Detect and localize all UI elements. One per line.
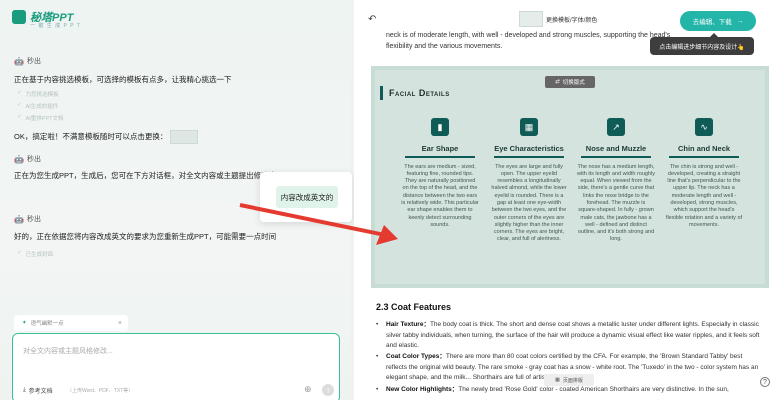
bot-name: 秒出 <box>26 216 41 223</box>
style-tag[interactable]: ✦ 语气幽默一点 × <box>14 315 128 331</box>
column-title: Chin and Neck <box>677 144 731 153</box>
slide-column: ▦ Eye Characteristics The eyes are large… <box>490 118 568 244</box>
column-body: The chin is strong and well - developed,… <box>665 163 743 228</box>
bot-header: 🤖 秒出 <box>14 56 41 66</box>
attach-hint: （上传Word、PDF、TXT等） <box>67 388 134 394</box>
progress-step: ✓ AI重排PPT文档 <box>17 114 64 122</box>
tag-label: 语气幽默一点 <box>30 321 64 327</box>
bot-icon: 🤖 <box>14 154 24 164</box>
column-body: The eyes are large and fully open. The u… <box>491 163 567 243</box>
bot-icon: 🤖 <box>14 56 24 66</box>
chat-message: OK，搞定啦！不满意模板随时可以点击更换： <box>14 130 199 144</box>
template-thumbnail[interactable] <box>519 11 543 27</box>
slide-canvas: ⇄ 切换版式 Facial Details ▮ Ear Shape The ea… <box>375 70 765 284</box>
suggestion-popup: 内容改成英文的 <box>260 172 352 222</box>
calculator-icon: ▦ <box>520 118 538 136</box>
logo-subtitle: 一 键 生 成 P P T <box>30 23 81 29</box>
title-accent <box>380 86 383 100</box>
column-body: The ears are medium - sized, featuring f… <box>401 163 479 228</box>
chat-message: 正在基于内容挑选模板，可选择的模板有点多，让我精心挑选一下 <box>14 75 232 84</box>
send-button[interactable]: ↑ <box>322 384 334 396</box>
undo-icon[interactable]: ↶ <box>368 14 376 25</box>
slide-preview[interactable]: ⇄ 切换版式 Facial Details ▮ Ear Shape The ea… <box>371 66 769 288</box>
edit-download-button[interactable]: 去编辑、下载 → <box>680 11 756 31</box>
arrow-up-icon: ↑ <box>326 385 330 395</box>
page-layout-button[interactable]: ▦ 页面排版 <box>544 374 594 386</box>
sparkle-icon: ✦ <box>22 320 27 326</box>
bullet-item: • New Color Highlights：The newly bred 'Ro… <box>376 386 729 393</box>
globe-icon[interactable]: ⊕ <box>304 384 312 395</box>
switch-layout-button[interactable]: ⇄ 切换版式 <box>545 76 595 88</box>
bot-header: 🤖 秒出 <box>14 214 41 224</box>
slide-column: ▮ Ear Shape The ears are medium - sized,… <box>401 118 479 229</box>
layout-icon: ⇄ <box>555 79 560 85</box>
progress-step: ✓ 已生成封面 <box>17 250 54 258</box>
slide-column: ↗ Nose and Muzzle The nose has a medium … <box>577 118 655 244</box>
wave-icon: ∿ <box>695 118 713 136</box>
slide-title: Facial Details <box>389 88 450 98</box>
check-icon: ✓ <box>17 90 22 96</box>
change-template-link[interactable]: 更换模板/字体/颜色 <box>546 15 597 24</box>
progress-step: ✓ 为您挑选模板 <box>17 90 59 98</box>
column-title: Eye Characteristics <box>494 144 564 153</box>
column-title: Nose and Muzzle <box>585 144 647 153</box>
bullet-item: • Hair Texture：The body coat is thick. Th… <box>376 321 760 349</box>
divider <box>581 156 651 158</box>
column-body: The nose has a medium length, with its l… <box>577 163 655 243</box>
attach-button[interactable]: ⤓ 参考文档 <box>23 386 53 395</box>
chat-input[interactable]: 对全文内容或主题风格修改... ⤓ 参考文档 （上传Word、PDF、TXT等）… <box>12 333 340 400</box>
template-thumbnail[interactable] <box>170 130 199 144</box>
arrow-right-icon: → <box>736 17 744 25</box>
divider <box>669 156 739 158</box>
grid-icon: ▦ <box>555 377 560 383</box>
input-placeholder[interactable]: 对全文内容或主题风格修改... <box>23 346 113 356</box>
bot-icon: 🤖 <box>14 214 24 224</box>
help-icon[interactable]: ? <box>760 377 770 387</box>
divider <box>494 156 564 158</box>
check-icon: ✓ <box>17 114 22 120</box>
bar-chart-icon: ▮ <box>431 118 449 136</box>
chat-message: 好的，正在依据您将内容改成英文的要求为您重新生成PPT，可能需要一点时间 <box>14 232 277 241</box>
trend-icon: ↗ <box>607 118 625 136</box>
doc-paragraph: neck is of moderate length, with well - … <box>386 32 671 50</box>
upload-icon: ⤓ <box>23 387 26 393</box>
logo-icon <box>12 10 26 24</box>
column-title: Ear Shape <box>421 144 459 153</box>
progress-step: ✓ AI生成的插件 <box>17 102 59 110</box>
bot-header: 🤖 秒出 <box>14 154 41 164</box>
edit-tooltip: 点击编辑进步细节内容及设计👆 <box>650 33 754 55</box>
bot-name: 秒出 <box>26 58 41 65</box>
section-heading: 2.3 Coat Features <box>376 302 452 312</box>
slide-column: ∿ Chin and Neck The chin is strong and w… <box>665 118 743 229</box>
check-icon: ✓ <box>17 250 22 256</box>
suggestion-button[interactable]: 内容改成英文的 <box>276 186 338 208</box>
bot-name: 秒出 <box>26 156 41 163</box>
check-icon: ✓ <box>17 102 22 108</box>
close-icon[interactable]: × <box>118 320 122 327</box>
chat-message: 正在为您生成PPT，生成后，您可在下方对话框，对全文内容或主题提出修改意见 <box>14 171 284 180</box>
divider <box>405 156 475 158</box>
preview-panel: ↶ 更换模板/字体/颜色 去编辑、下载 → neck is of moderat… <box>354 0 782 400</box>
